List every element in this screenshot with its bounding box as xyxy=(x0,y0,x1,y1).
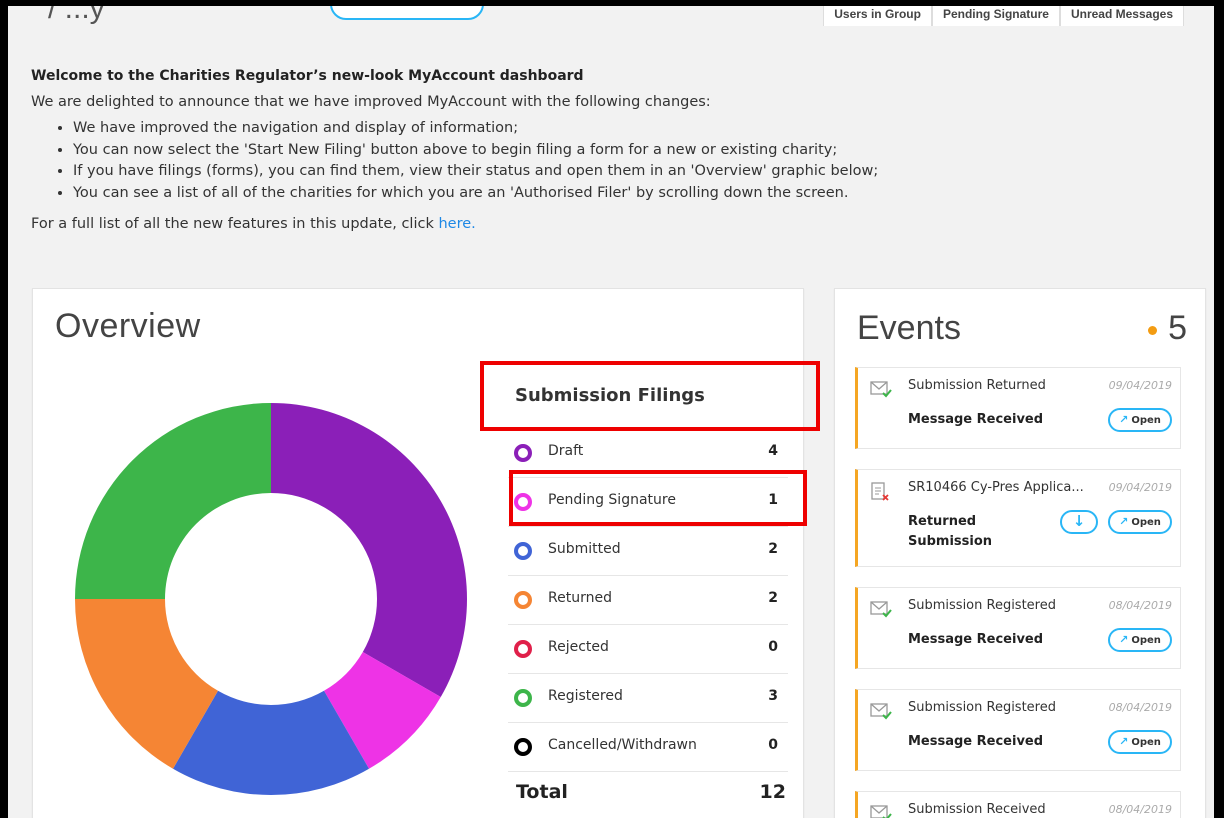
external-link-icon: ↗ xyxy=(1119,413,1129,426)
open-button[interactable]: ↗ Open xyxy=(1108,628,1172,652)
welcome-bullet: We have improved the navigation and disp… xyxy=(73,118,1191,140)
open-button[interactable]: ↗ Open xyxy=(1108,510,1172,534)
overview-title: Overview xyxy=(55,307,201,345)
event-subject: Submission Registered xyxy=(908,598,1056,613)
welcome-bullet: You can see a list of all of the chariti… xyxy=(73,183,1191,205)
open-button-label: Open xyxy=(1131,415,1161,426)
legend-count: 0 xyxy=(768,639,778,655)
events-title: Events xyxy=(857,309,961,347)
legend-count: 4 xyxy=(768,443,778,459)
event-type: Message Received xyxy=(908,734,1044,749)
donut-slice-draft[interactable] xyxy=(271,403,467,697)
legend-row[interactable]: Cancelled/Withdrawn 0 xyxy=(508,723,788,772)
event-subject: Submission Returned xyxy=(908,378,1046,393)
event-item[interactable]: Submission Registered 08/04/2019 Message R… xyxy=(855,587,1181,669)
legend-count: 2 xyxy=(768,541,778,557)
welcome-bullet: If you have filings (forms), you can fin… xyxy=(73,161,1191,183)
download-icon[interactable]: ↓ xyxy=(1060,510,1098,534)
tab-unread-messages[interactable]: Unread Messages xyxy=(1059,6,1184,26)
events-indicator-dot xyxy=(1148,326,1157,335)
open-button[interactable]: ↗ Open xyxy=(1108,730,1172,754)
event-type: Returned Submission xyxy=(908,514,993,549)
features-note: For a full list of all the new features … xyxy=(31,214,1191,234)
legend-row[interactable]: Submitted 2 xyxy=(508,527,788,576)
event-date: 08/04/2019 xyxy=(1108,803,1172,816)
start-new-filing-button[interactable] xyxy=(330,6,484,20)
welcome-heading: Welcome to the Charities Regulator’s new… xyxy=(31,68,584,84)
tab-pending-signature[interactable]: Pending Signature xyxy=(931,6,1060,26)
legend-ring-icon xyxy=(514,542,532,560)
event-date: 08/04/2019 xyxy=(1108,599,1172,612)
event-subject: Submission Received xyxy=(908,802,1046,817)
open-button-label: Open xyxy=(1131,737,1161,748)
total-value: 12 xyxy=(759,781,786,803)
event-type: Message Received xyxy=(908,412,1044,427)
dashboard-page: / ...y Users in Group Pending Signature … xyxy=(8,6,1214,818)
external-link-icon: ↗ xyxy=(1119,515,1129,528)
page-title: / ...y xyxy=(48,6,105,25)
event-item[interactable]: SR10466 Cy-Pres Applica... 09/04/2019 Retu… xyxy=(855,469,1181,567)
open-button[interactable]: ↗ Open xyxy=(1108,408,1172,432)
submission-donut-chart xyxy=(75,403,467,795)
event-item[interactable]: Submission Returned 09/04/2019 Message Rec… xyxy=(855,367,1181,449)
highlight-box-pending-signature xyxy=(509,470,807,526)
legend-row[interactable]: Returned 2 xyxy=(508,576,788,625)
open-button-label: Open xyxy=(1131,635,1161,646)
header-tabs: Users in Group Pending Signature Unread … xyxy=(823,6,1184,26)
document-error-icon xyxy=(870,482,892,501)
welcome-intro: We are delighted to announce that we hav… xyxy=(31,94,711,110)
legend-label: Cancelled/Withdrawn xyxy=(548,737,697,753)
legend-title: Submission Filings xyxy=(515,385,705,406)
legend-label: Returned xyxy=(548,590,612,606)
legend-label: Registered xyxy=(548,688,623,704)
features-note-text: For a full list of all the new features … xyxy=(31,216,439,232)
event-item[interactable]: Submission Received 08/04/2019 xyxy=(855,791,1181,818)
legend-ring-icon xyxy=(514,689,532,707)
total-label: Total xyxy=(516,781,568,803)
legend-ring-icon xyxy=(514,444,532,462)
welcome-bullet-list: We have improved the navigation and disp… xyxy=(31,118,1191,204)
legend-row[interactable]: Rejected 0 xyxy=(508,625,788,674)
open-button-label: Open xyxy=(1131,517,1161,528)
external-link-icon: ↗ xyxy=(1119,735,1129,748)
legend-ring-icon xyxy=(514,738,532,756)
welcome-bullet: You can now select the 'Start New Filing… xyxy=(73,140,1191,162)
tab-users-in-group[interactable]: Users in Group xyxy=(823,6,932,26)
overview-card: Overview Submission Filings Draft 4 Pendin… xyxy=(32,288,820,818)
legend-label: Rejected xyxy=(548,639,609,655)
events-count: 5 xyxy=(1168,309,1187,347)
mail-check-icon xyxy=(870,702,892,720)
legend-count: 2 xyxy=(768,590,778,606)
mail-check-icon xyxy=(870,600,892,618)
legend-label: Submitted xyxy=(548,541,621,557)
event-date: 08/04/2019 xyxy=(1108,701,1172,714)
event-date: 09/04/2019 xyxy=(1108,481,1172,494)
legend-row[interactable]: Registered 3 xyxy=(508,674,788,723)
features-link[interactable]: here. xyxy=(438,216,475,232)
mail-check-icon xyxy=(870,380,892,398)
donut-slice-registered[interactable] xyxy=(75,403,271,599)
legend-ring-icon xyxy=(514,640,532,658)
event-type: Message Received xyxy=(908,632,1044,647)
external-link-icon: ↗ xyxy=(1119,633,1129,646)
event-subject: SR10466 Cy-Pres Applica... xyxy=(908,480,1084,495)
event-date: 09/04/2019 xyxy=(1108,379,1172,392)
legend-ring-icon xyxy=(514,591,532,609)
legend-label: Draft xyxy=(548,443,584,459)
welcome-section: Welcome to the Charities Regulator’s new… xyxy=(31,68,1191,234)
events-card: Events 5 Submission Returned 09/04/2019 Me… xyxy=(834,288,1206,818)
mail-check-icon xyxy=(870,804,892,818)
legend-count: 3 xyxy=(768,688,778,704)
event-item[interactable]: Submission Registered 08/04/2019 Message R… xyxy=(855,689,1181,771)
event-subject: Submission Registered xyxy=(908,700,1056,715)
legend-count: 0 xyxy=(768,737,778,753)
